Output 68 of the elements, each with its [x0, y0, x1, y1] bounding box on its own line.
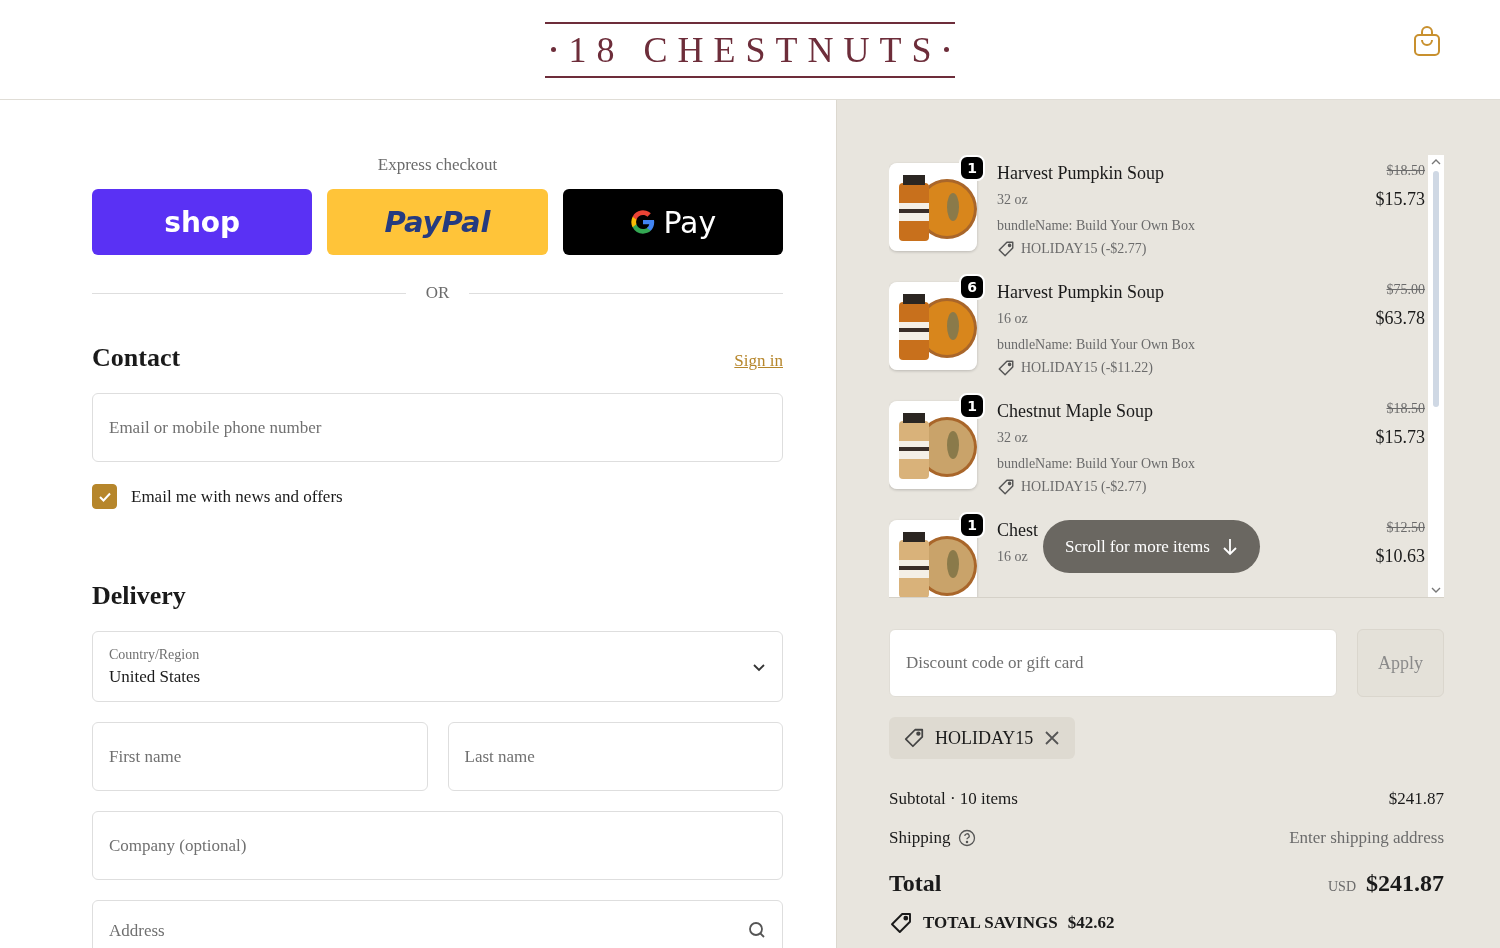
discount-code-field[interactable]: Discount code or gift card [889, 629, 1337, 697]
company-field[interactable]: Company (optional) [92, 811, 783, 880]
original-price: $18.50 [1386, 401, 1425, 417]
logo[interactable]: 18 CHESTNUTS [545, 21, 955, 78]
scroll-up-icon[interactable] [1431, 158, 1441, 166]
product-name: Chestnut Maple Soup [997, 401, 1154, 422]
quantity-badge: 1 [959, 512, 985, 538]
first-name-field[interactable]: First name [92, 722, 428, 791]
quantity-badge: 1 [959, 155, 985, 181]
close-icon[interactable] [1043, 729, 1062, 747]
price: $63.78 [1375, 308, 1425, 329]
savings-value: $42.62 [1067, 913, 1115, 933]
subtotal-label: Subtotal · 10 items [889, 789, 1018, 809]
checkbox[interactable] [92, 484, 117, 509]
product-name: Harvest Pumpkin Soup [997, 163, 1165, 184]
address-field[interactable]: Address [92, 900, 783, 948]
bundle-name: bundleName: Build Your Own Box [997, 337, 1196, 353]
scroll-hint-button[interactable]: Scroll for more items [1043, 520, 1260, 573]
bundle-name: bundleName: Build Your Own Box [997, 456, 1196, 472]
product-variant: 32 oz [997, 192, 1029, 208]
total-label: Total [889, 870, 942, 897]
paypal-button[interactable]: PayPal [327, 189, 548, 255]
applied-code: HOLIDAY15 [935, 727, 1034, 749]
product-name: Chest [997, 520, 1039, 541]
shipping-value: Enter shipping address [1289, 828, 1444, 848]
price: $15.73 [1375, 427, 1425, 448]
tag-icon [997, 240, 1015, 258]
tag-icon [889, 911, 913, 935]
country-select[interactable]: Country/Region United States [92, 631, 783, 702]
express-checkout-label: Express checkout [376, 155, 499, 175]
price: $10.63 [1375, 546, 1425, 567]
last-name-field[interactable]: Last name [447, 722, 783, 791]
discount-label: HOLIDAY15 (-$11.22) [1021, 360, 1153, 376]
product-name: Harvest Pumpkin Soup [997, 282, 1165, 303]
total-value: $241.87 [1366, 870, 1444, 897]
product-variant: 32 oz [997, 430, 1029, 446]
quantity-badge: 6 [959, 274, 985, 300]
search-icon [748, 921, 766, 939]
scroll-down-icon[interactable] [1431, 586, 1441, 594]
tag-icon [997, 478, 1015, 496]
google-pay-button[interactable]: Pay [562, 189, 783, 255]
tag-icon [903, 727, 925, 749]
currency: USD [1328, 879, 1356, 895]
help-icon[interactable] [958, 829, 977, 847]
shopping-bag-icon[interactable] [1412, 25, 1442, 57]
shop-pay-button[interactable]: shop [92, 189, 313, 255]
scrollbar[interactable] [1428, 155, 1444, 597]
arrow-down-icon [1221, 537, 1238, 556]
savings-label: TOTAL SAVINGS [923, 913, 1058, 933]
product-variant: 16 oz [997, 311, 1029, 327]
shipping-label: Shipping [889, 828, 951, 848]
discount-label: HOLIDAY15 (-$2.77) [1021, 241, 1147, 257]
checkbox-label: Email me with news and offers [131, 486, 343, 507]
section-heading: Contact [92, 343, 181, 373]
sign-in-link[interactable]: Sign in [734, 351, 783, 371]
original-price: $18.50 [1386, 163, 1425, 179]
quantity-badge: 1 [959, 393, 985, 419]
product-variant: 16 oz [997, 549, 1029, 565]
price: $15.73 [1375, 189, 1425, 210]
subtotal-value: $241.87 [1388, 789, 1444, 809]
or-label: OR [425, 283, 450, 303]
tag-icon [997, 359, 1015, 377]
original-price: $12.50 [1386, 520, 1425, 536]
discount-label: HOLIDAY15 (-$2.77) [1021, 479, 1147, 495]
original-price: $75.00 [1386, 282, 1425, 298]
section-heading: Delivery [92, 581, 186, 611]
email-field[interactable]: Email or mobile phone number [92, 393, 783, 462]
bundle-name: bundleName: Build Your Own Box [997, 218, 1196, 234]
